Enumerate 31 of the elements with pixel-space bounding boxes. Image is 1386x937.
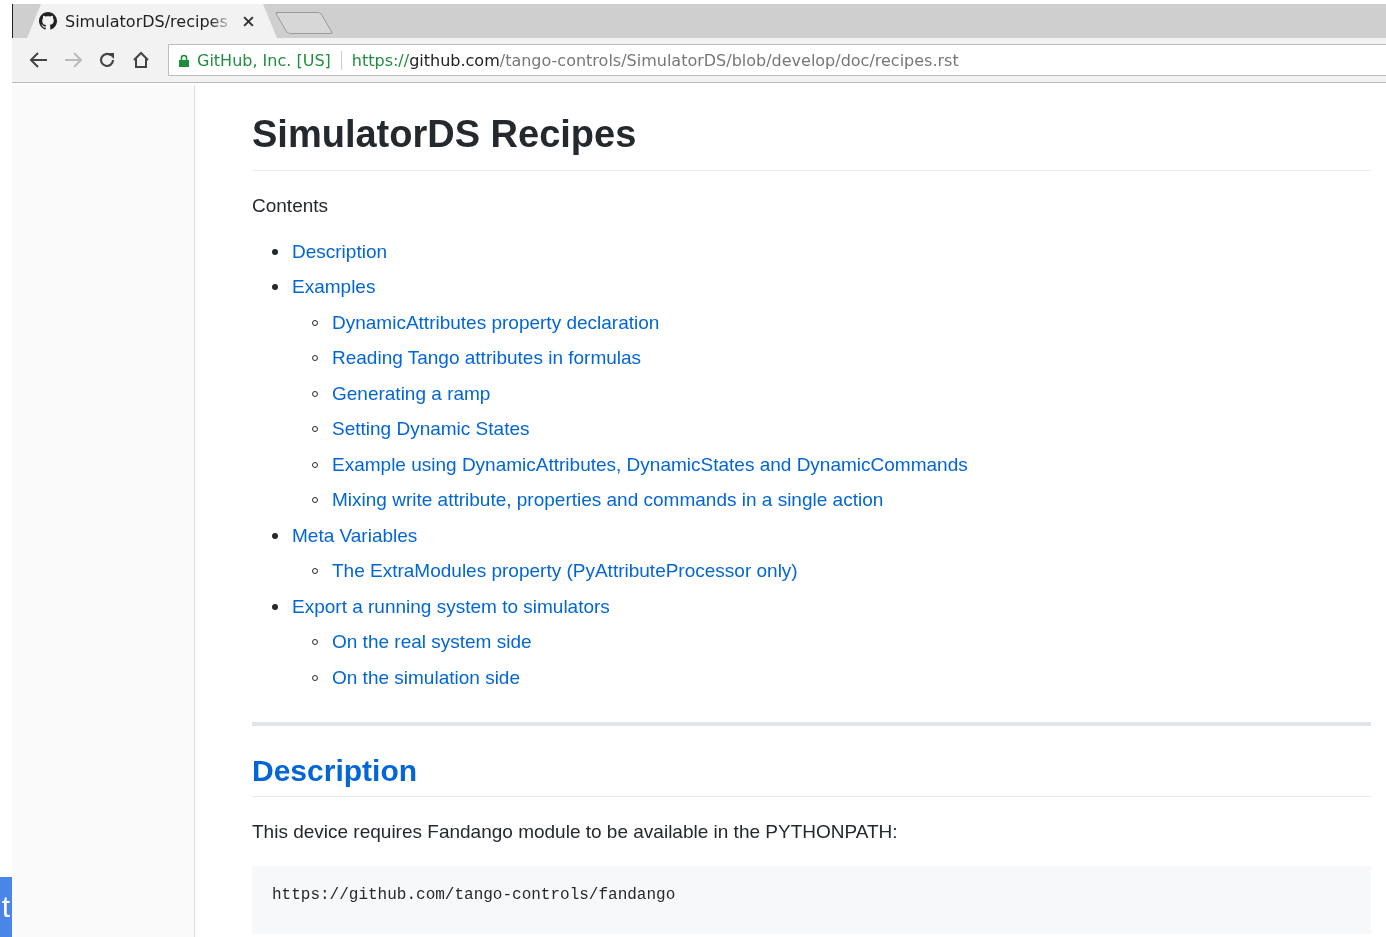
toc-link[interactable]: Reading Tango attributes in formulas xyxy=(332,347,642,370)
toc-link[interactable]: Examples xyxy=(292,276,376,299)
contents-label: Contents xyxy=(252,195,330,217)
code-block: https://github.com/tango-controls/fandango xyxy=(252,865,1371,934)
bullet-icon xyxy=(272,532,278,539)
bullet-icon xyxy=(272,603,278,610)
toc-link[interactable]: Description xyxy=(292,240,388,263)
side-badge: t xyxy=(0,877,12,937)
toc-link[interactable]: Setting Dynamic States xyxy=(332,418,530,441)
address-bar[interactable]: GitHub, Inc. [US] https://github.com/tango-controls/SimulatorDS/blob/develop/doc/recipes.rst xyxy=(168,44,1386,76)
toc-link[interactable]: The ExtraModules property (PyAttributeProcessor only) xyxy=(332,560,798,583)
github-icon xyxy=(39,12,57,30)
toc-link[interactable]: Mixing write attribute, properties and commands in a single action xyxy=(332,489,884,512)
section-heading[interactable]: Description xyxy=(252,753,1371,797)
url-text: https://github.com/tango-controls/SimulatorDS/blob/develop/doc/recipes.rst xyxy=(351,50,959,70)
toc-link[interactable]: On the simulation side xyxy=(332,666,520,689)
tab-title: SimulatorDS/recipes xyxy=(65,11,229,31)
toc-link[interactable]: Export a running system to simulators xyxy=(292,595,610,618)
page-title: SimulatorDS Recipes xyxy=(252,113,1371,171)
close-icon[interactable] xyxy=(243,15,254,27)
bullet-icon xyxy=(272,284,278,291)
toc-link[interactable]: Generating a ramp xyxy=(332,382,491,405)
browser-tab[interactable]: SimulatorDS/recipes xyxy=(27,4,277,38)
toc-link[interactable]: On the real system side xyxy=(332,631,532,654)
lock-icon xyxy=(179,53,189,67)
site-identity: GitHub, Inc. [US] xyxy=(197,50,342,70)
bullet-icon xyxy=(272,248,278,255)
toc-link[interactable]: DynamicAttributes property declaration xyxy=(332,311,660,334)
toc-link[interactable]: Meta Variables xyxy=(292,524,418,547)
toc-link[interactable]: Example using DynamicAttributes, DynamicStates and DynamicCommands xyxy=(332,453,968,476)
paragraph: This device requires Fandango module to be available in the PYTHONPATH: xyxy=(252,820,899,843)
